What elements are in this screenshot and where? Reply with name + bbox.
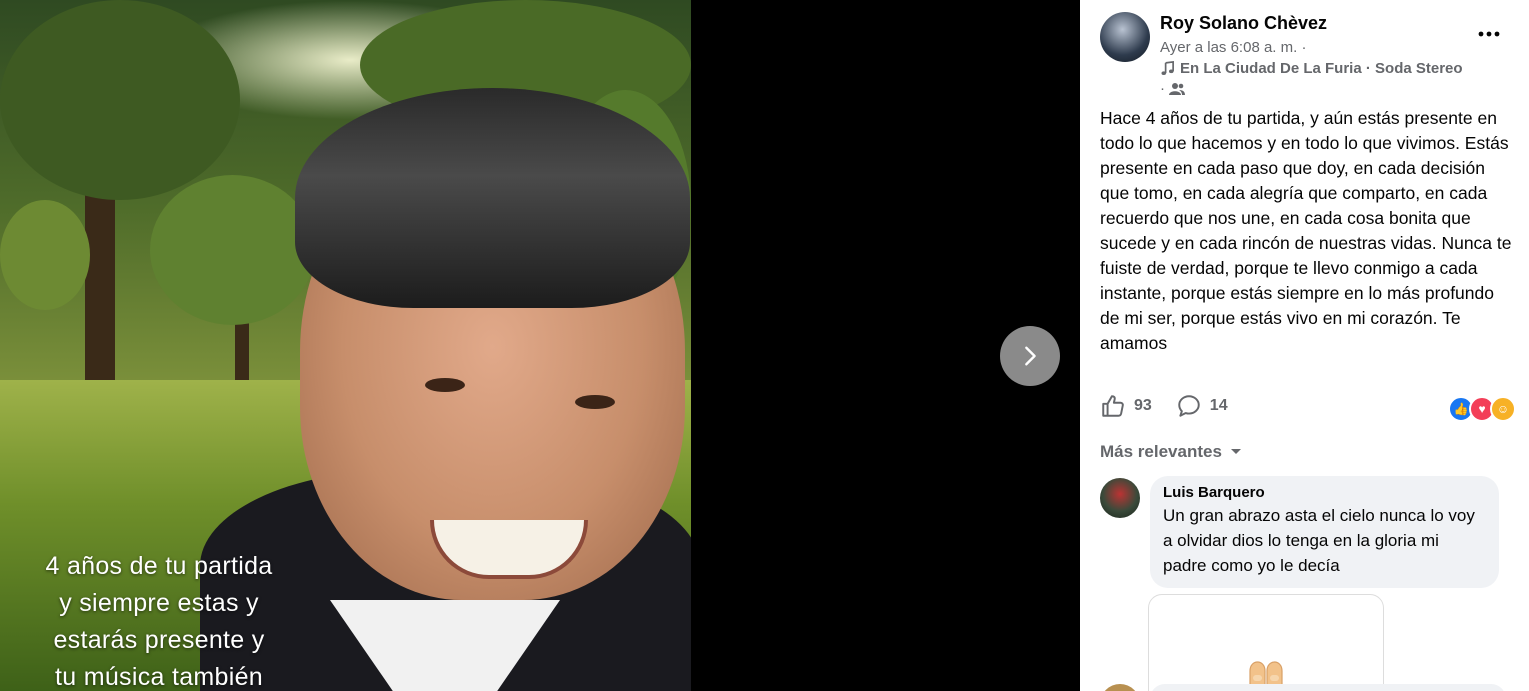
comment-sticker[interactable] — [1148, 594, 1384, 691]
like-button[interactable]: 93 — [1100, 393, 1152, 419]
ellipsis-icon — [1478, 31, 1500, 37]
caption-line: estarás presente y — [53, 626, 265, 654]
post-song[interactable]: En La Ciudad De La Furia · Soda Stereo — [1160, 60, 1463, 77]
song-title[interactable]: En La Ciudad De La Furia · Soda Stereo — [1180, 60, 1463, 77]
timestamp-text[interactable]: Ayer a las 6:08 a. m. — [1160, 39, 1297, 56]
comment-button[interactable]: 14 — [1176, 393, 1228, 419]
comment-sort-dropdown[interactable]: Más relevantes — [1100, 442, 1242, 462]
caption-line: y siempre estas y — [59, 589, 259, 617]
more-options-button[interactable] — [1475, 22, 1503, 46]
comment-count: 14 — [1209, 397, 1228, 414]
author-name[interactable]: Roy Solano Chèvez — [1160, 13, 1327, 34]
media-viewer: 4 años de tu partida y siempre estas y e… — [0, 0, 1080, 691]
chevron-right-icon — [1025, 346, 1036, 366]
caret-down-icon — [1230, 449, 1241, 454]
post-text: Hace 4 años de tu partida, y aún estás p… — [1100, 108, 1512, 353]
thumbs-up-icon — [1102, 395, 1124, 417]
commenter-name[interactable]: Luis Barquero — [1163, 484, 1486, 501]
commenter-avatar[interactable] — [1100, 478, 1140, 518]
caption-line: 4 años de tu partida — [45, 552, 273, 580]
post-actions: 93 14 — [1100, 393, 1252, 419]
friends-icon[interactable] — [1169, 82, 1185, 96]
comment-bubble — [1150, 684, 1506, 691]
comment-icon — [1178, 395, 1200, 417]
sort-label: Más relevantes — [1100, 442, 1222, 461]
photo-caption: 4 años de tu partida y siempre estas y e… — [14, 548, 304, 691]
caption-line: tu música también — [55, 663, 263, 691]
music-note-icon — [1161, 61, 1174, 75]
commenter-avatar[interactable] — [1100, 684, 1140, 691]
comment-bubble: Luis Barquero Un gran abrazo asta el cie… — [1150, 476, 1499, 588]
audience-separator: · — [1160, 80, 1165, 97]
like-count: 93 — [1134, 397, 1152, 414]
author-avatar[interactable] — [1100, 12, 1150, 62]
post-panel: Roy Solano Chèvez Ayer a las 6:08 a. m. … — [1080, 0, 1529, 691]
next-photo-button[interactable] — [1000, 326, 1060, 386]
care-reaction-icon: ☺ — [1490, 396, 1516, 422]
reactions-summary[interactable]: 👍 ♥ ☺ — [1448, 396, 1516, 422]
post-timestamp[interactable]: Ayer a las 6:08 a. m. · — [1160, 39, 1306, 56]
comment-text: Un gran abrazo asta el cielo nunca lo vo… — [1163, 506, 1475, 575]
post-audience: · — [1160, 80, 1185, 97]
post-photo[interactable]: 4 años de tu partida y siempre estas y e… — [0, 0, 691, 691]
